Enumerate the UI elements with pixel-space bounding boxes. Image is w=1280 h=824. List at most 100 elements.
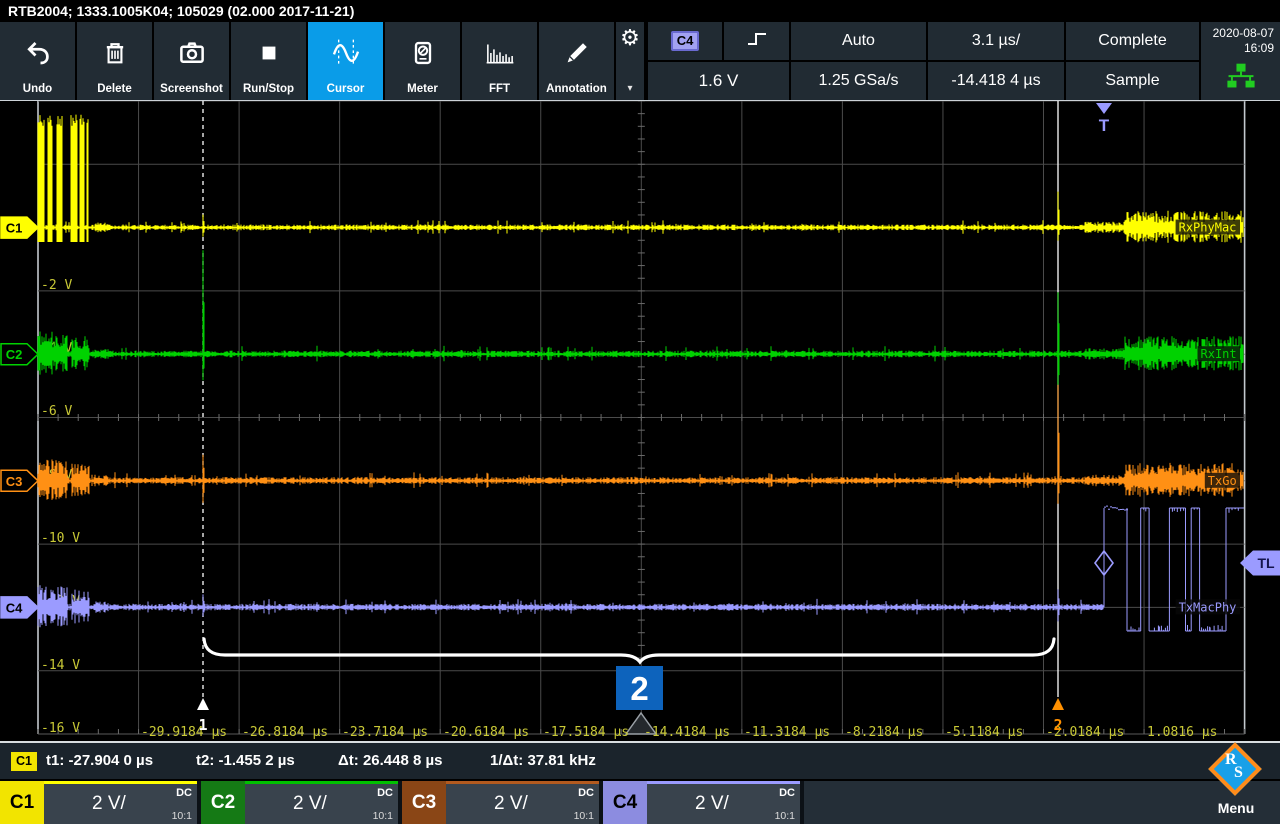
cursor-t1-readout: t1: -27.904 0 µs: [46, 752, 153, 769]
meter-label: Meter: [407, 83, 438, 95]
time-axis-label: -11.3184 µs: [744, 725, 830, 740]
horizontal-position-cell[interactable]: -14.418 4 µs: [928, 62, 1064, 100]
meter-button[interactable]: Meter: [385, 22, 460, 100]
time-value: 16:09: [1213, 41, 1274, 56]
time-axis-label: -5.1184 µs: [945, 725, 1023, 740]
time-axis-label: -26.8184 µs: [242, 725, 328, 740]
trigger-mode-cell[interactable]: Auto: [791, 22, 926, 60]
acquisition-status-cell[interactable]: Complete: [1066, 22, 1199, 60]
trace-c3: [38, 385, 1243, 504]
svg-text:C4: C4: [6, 600, 23, 615]
channel-marker-c3[interactable]: C3: [1, 470, 38, 491]
channel-block-c4[interactable]: C4 2 V/ DC 10:1: [603, 781, 800, 824]
fft-button[interactable]: FFT: [462, 22, 537, 100]
time-axis-label: -14.4184 µs: [644, 725, 730, 740]
horizontal-position-value: -14.418 4 µs: [951, 72, 1040, 90]
channel-probe-c4: 10:1: [775, 810, 795, 822]
channel-block-c2[interactable]: C2 2 V/ DC 10:1: [201, 781, 398, 824]
channel-block-c3[interactable]: C3 2 V/ DC 10:1: [402, 781, 599, 824]
trash-icon: [101, 22, 129, 83]
svg-text:2: 2: [630, 670, 648, 707]
spectrum-icon: [483, 22, 517, 83]
cursor-t2-readout: t2: -1.455 2 µs: [196, 752, 295, 769]
acquisition-status-value: Complete: [1098, 32, 1166, 50]
channel-bar: C1 2 V/ DC 10:1 C2 2 V/ DC 10:1 C3 2 V/ …: [0, 779, 1280, 824]
gear-icon: ⚙: [620, 26, 640, 52]
channel-badge-c3: C3: [402, 781, 446, 824]
channel-scale-c2: 2 V/: [293, 793, 327, 815]
channel-marker-c1[interactable]: C1: [1, 217, 38, 238]
channel-coupling-c2: DC: [377, 787, 393, 799]
trigger-slope-cell[interactable]: [724, 22, 789, 60]
channel-badge-c1: C1: [0, 781, 44, 824]
fft-label: FFT: [489, 83, 510, 95]
channel-badge-c4: C4: [603, 781, 647, 824]
menu-label: Menu: [1202, 800, 1270, 816]
undo-icon: [23, 22, 53, 83]
volt-axis-label: -14 V: [41, 658, 80, 673]
stop-square-icon: [255, 22, 283, 83]
settings-button[interactable]: ⚙ ▾: [616, 22, 644, 100]
svg-text:C2: C2: [6, 347, 23, 362]
svg-text:C1: C1: [6, 221, 23, 236]
trigger-level-cell[interactable]: 1.6 V: [648, 62, 789, 100]
svg-text:TxMacPhy: TxMacPhy: [1179, 600, 1237, 614]
delete-button[interactable]: Delete: [77, 22, 152, 100]
channel-badge-c2: C2: [201, 781, 245, 824]
time-axis-label: -23.7184 µs: [342, 725, 428, 740]
channel-marker-c4[interactable]: C4: [1, 597, 38, 618]
rising-edge-icon: [744, 29, 770, 54]
svg-text:2: 2: [1053, 716, 1062, 734]
channel-scale-c3: 2 V/: [494, 793, 528, 815]
menu-button[interactable]: R S Menu: [1202, 750, 1270, 816]
chevron-down-icon: ▾: [627, 83, 632, 94]
rs-logo-letters: R S: [1216, 750, 1254, 788]
graticule: -2 V-4 V-6 V-8 V-10 V-12 V-14 V-16 V-29.…: [38, 101, 1245, 740]
channel-marker-c2[interactable]: C2: [1, 344, 38, 365]
cursor-readout-bar: C1 t1: -27.904 0 µs t2: -1.455 2 µs Δt: …: [0, 741, 1280, 779]
svg-text:C3: C3: [6, 474, 23, 489]
lan-icon: [1224, 61, 1258, 94]
sample-rate-cell[interactable]: 1.25 GSa/s: [791, 62, 926, 100]
channel-coupling-c3: DC: [578, 787, 594, 799]
undo-button[interactable]: Undo: [0, 22, 75, 100]
volt-axis-label: -16 V: [41, 721, 80, 736]
trigger-position-marker[interactable]: T: [1096, 103, 1112, 135]
trace-label-c1: RxPhyMac: [1176, 220, 1240, 235]
timebase-cell[interactable]: 3.1 µs/: [928, 22, 1064, 60]
trace-c1: [38, 115, 1243, 243]
channel-block-c1[interactable]: C1 2 V/ DC 10:1: [0, 781, 197, 824]
cursor-marker-2[interactable]: 2: [1052, 698, 1064, 734]
waveform-display[interactable]: -2 V-4 V-6 V-8 V-10 V-12 V-14 V-16 V-29.…: [0, 0, 1280, 824]
pencil-icon: [562, 22, 592, 83]
time-axis-label: -20.6184 µs: [443, 725, 529, 740]
run-stop-button[interactable]: Run/Stop: [231, 22, 306, 100]
channel-scale-c4: 2 V/: [695, 793, 729, 815]
channel-probe-c3: 10:1: [574, 810, 594, 822]
cursor-button[interactable]: Cursor: [308, 22, 383, 100]
trigger-level-tag[interactable]: TL: [1240, 551, 1280, 576]
channel-scale-c1: 2 V/: [92, 793, 126, 815]
camera-icon: [177, 22, 207, 83]
sample-rate-value: 1.25 GSa/s: [818, 72, 898, 90]
trigger-source-cell[interactable]: C4: [648, 22, 722, 60]
acquisition-mode-cell[interactable]: Sample: [1066, 62, 1199, 100]
channel-coupling-c1: DC: [176, 787, 192, 799]
date-time-panel: 2020-08-07 16:09: [1201, 22, 1280, 100]
delete-label: Delete: [97, 83, 132, 95]
screenshot-button[interactable]: Screenshot: [154, 22, 229, 100]
channel-coupling-c4: DC: [779, 787, 795, 799]
svg-text:TL: TL: [1257, 555, 1275, 571]
svg-text:RxPhyMac: RxPhyMac: [1179, 221, 1237, 235]
cursor-marker-1[interactable]: 1: [197, 698, 209, 734]
overlay-markers[interactable]: C1C2C3C4RxPhyMacRxIntTxGoTxMacPhy212TTL: [1, 103, 1280, 734]
annotation-number[interactable]: 2: [616, 666, 663, 710]
channel-probe-c1: 10:1: [172, 810, 192, 822]
cursor-dt-readout: Δt: 26.448 8 µs: [338, 752, 442, 769]
annotation-button[interactable]: Annotation: [539, 22, 614, 100]
multimeter-icon: [409, 22, 437, 83]
trigger-level-value: 1.6 V: [699, 71, 739, 91]
volt-axis-label: -2 V: [41, 278, 72, 293]
volt-axis-label: -6 V: [41, 404, 72, 419]
volt-axis-label: -10 V: [41, 531, 80, 546]
